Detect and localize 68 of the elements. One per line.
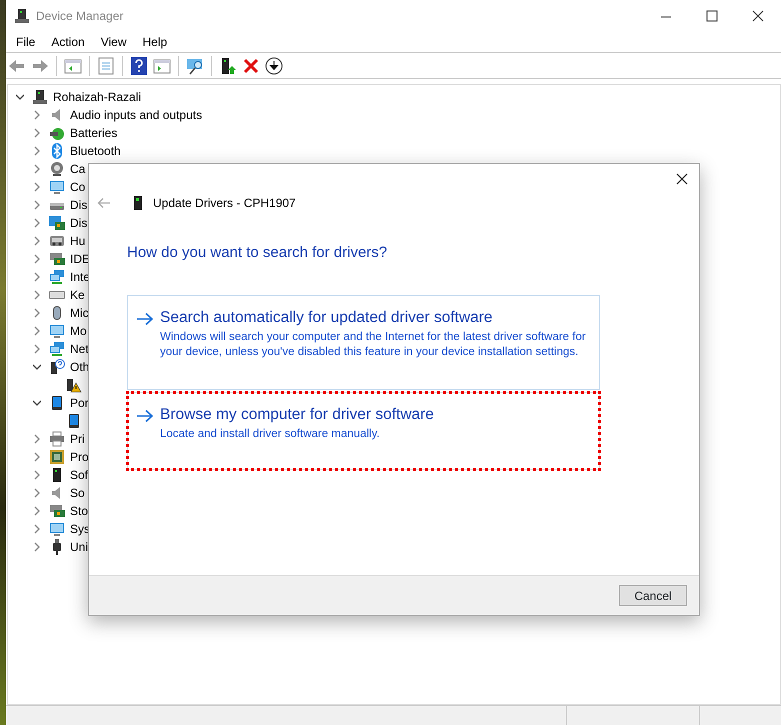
tree-item[interactable]: Rohaizah-Razali — [53, 88, 142, 106]
computer-icon — [14, 8, 30, 24]
tree-item[interactable]: Batteries — [70, 124, 118, 142]
dialog-title: Update Drivers - CPH1907 — [153, 195, 296, 212]
properties-pane-icon[interactable] — [64, 56, 82, 74]
tree-item[interactable]: Ke — [70, 286, 85, 304]
arrow-icon — [136, 312, 154, 326]
menu-item[interactable]: View — [92, 33, 134, 51]
portable-device-icon — [49, 395, 65, 411]
uninstall-icon[interactable] — [242, 56, 260, 74]
help-icon[interactable] — [130, 56, 148, 74]
action-pane-icon[interactable] — [153, 56, 171, 74]
device-icon — [133, 195, 143, 211]
portable-device-icon — [66, 413, 82, 429]
option-link[interactable]: Browse my computer for driver software Locate and install driver software manually. — [127, 392, 600, 470]
tree-item[interactable]: Pri — [70, 430, 85, 448]
tree-item[interactable]: Uni — [70, 538, 88, 556]
tree-item[interactable]: Pro — [70, 448, 89, 466]
display-adapter-icon — [49, 215, 65, 231]
webcam-icon — [49, 161, 65, 177]
option-link[interactable] — [127, 294, 600, 390]
list-view-icon[interactable] — [97, 56, 115, 74]
tree-item[interactable]: Bluetooth — [70, 142, 121, 160]
tree-item[interactable]: Sof — [70, 466, 88, 484]
controller-card-icon — [49, 503, 65, 519]
close-icon[interactable] — [675, 172, 689, 186]
tree-item[interactable]: So — [70, 484, 85, 502]
monitor-icon — [49, 323, 65, 339]
tree-item[interactable]: Co — [70, 178, 86, 196]
back-arrow-icon[interactable] — [97, 197, 111, 209]
tree-item[interactable]: Sto — [70, 502, 88, 520]
computer-icon — [32, 89, 48, 105]
controller-card-icon — [49, 251, 65, 267]
cancel-button[interactable]: Cancel — [619, 585, 687, 606]
network-icon — [49, 341, 65, 357]
dialog-heading: How do you want to search for drivers? — [127, 243, 388, 263]
update-driver-icon[interactable] — [219, 56, 237, 74]
option-title: Search automatically for updated driver software — [160, 308, 494, 328]
tree-item[interactable]: Audio inputs and outputs — [70, 106, 202, 124]
menu-item[interactable]: Action — [43, 33, 93, 51]
tree-item[interactable]: Mo — [70, 322, 87, 340]
printer-icon — [49, 431, 65, 447]
download-icon[interactable] — [265, 56, 283, 74]
bluetooth-icon — [49, 143, 65, 159]
option-description: Windows will search your computer and the Internet for the latest driver software for your device, unless you've disabled this feature in your device installation settings. — [160, 330, 587, 360]
tree-item[interactable]: Mic — [70, 304, 89, 322]
monitor-icon — [49, 521, 65, 537]
battery-icon — [49, 125, 65, 141]
monitor-icon — [49, 179, 65, 195]
menu-item[interactable]: File — [8, 33, 44, 51]
arrow-icon — [136, 408, 154, 422]
tree-item[interactable]: Dis — [70, 196, 88, 214]
tree-item[interactable]: Dis — [70, 214, 88, 232]
processor-icon — [49, 449, 65, 465]
window-title: Device Manager — [36, 8, 124, 25]
tree-item[interactable]: Hu — [70, 232, 86, 250]
network-icon — [49, 269, 65, 285]
tree-item[interactable]: Por — [70, 394, 89, 412]
gamepad-icon — [49, 233, 65, 249]
warning-device-icon — [66, 377, 82, 393]
menu-item[interactable]: Help — [134, 33, 176, 51]
tree-item[interactable]: Ca — [70, 160, 86, 178]
tree-item[interactable]: IDE — [70, 250, 90, 268]
option-title: Browse my computer for driver software — [160, 404, 435, 424]
scan-hardware-icon[interactable] — [186, 56, 204, 74]
option-description: Locate and install driver software manually. — [160, 426, 381, 442]
tree-item[interactable]: Net — [70, 340, 89, 358]
unknown-device-icon — [49, 359, 65, 375]
